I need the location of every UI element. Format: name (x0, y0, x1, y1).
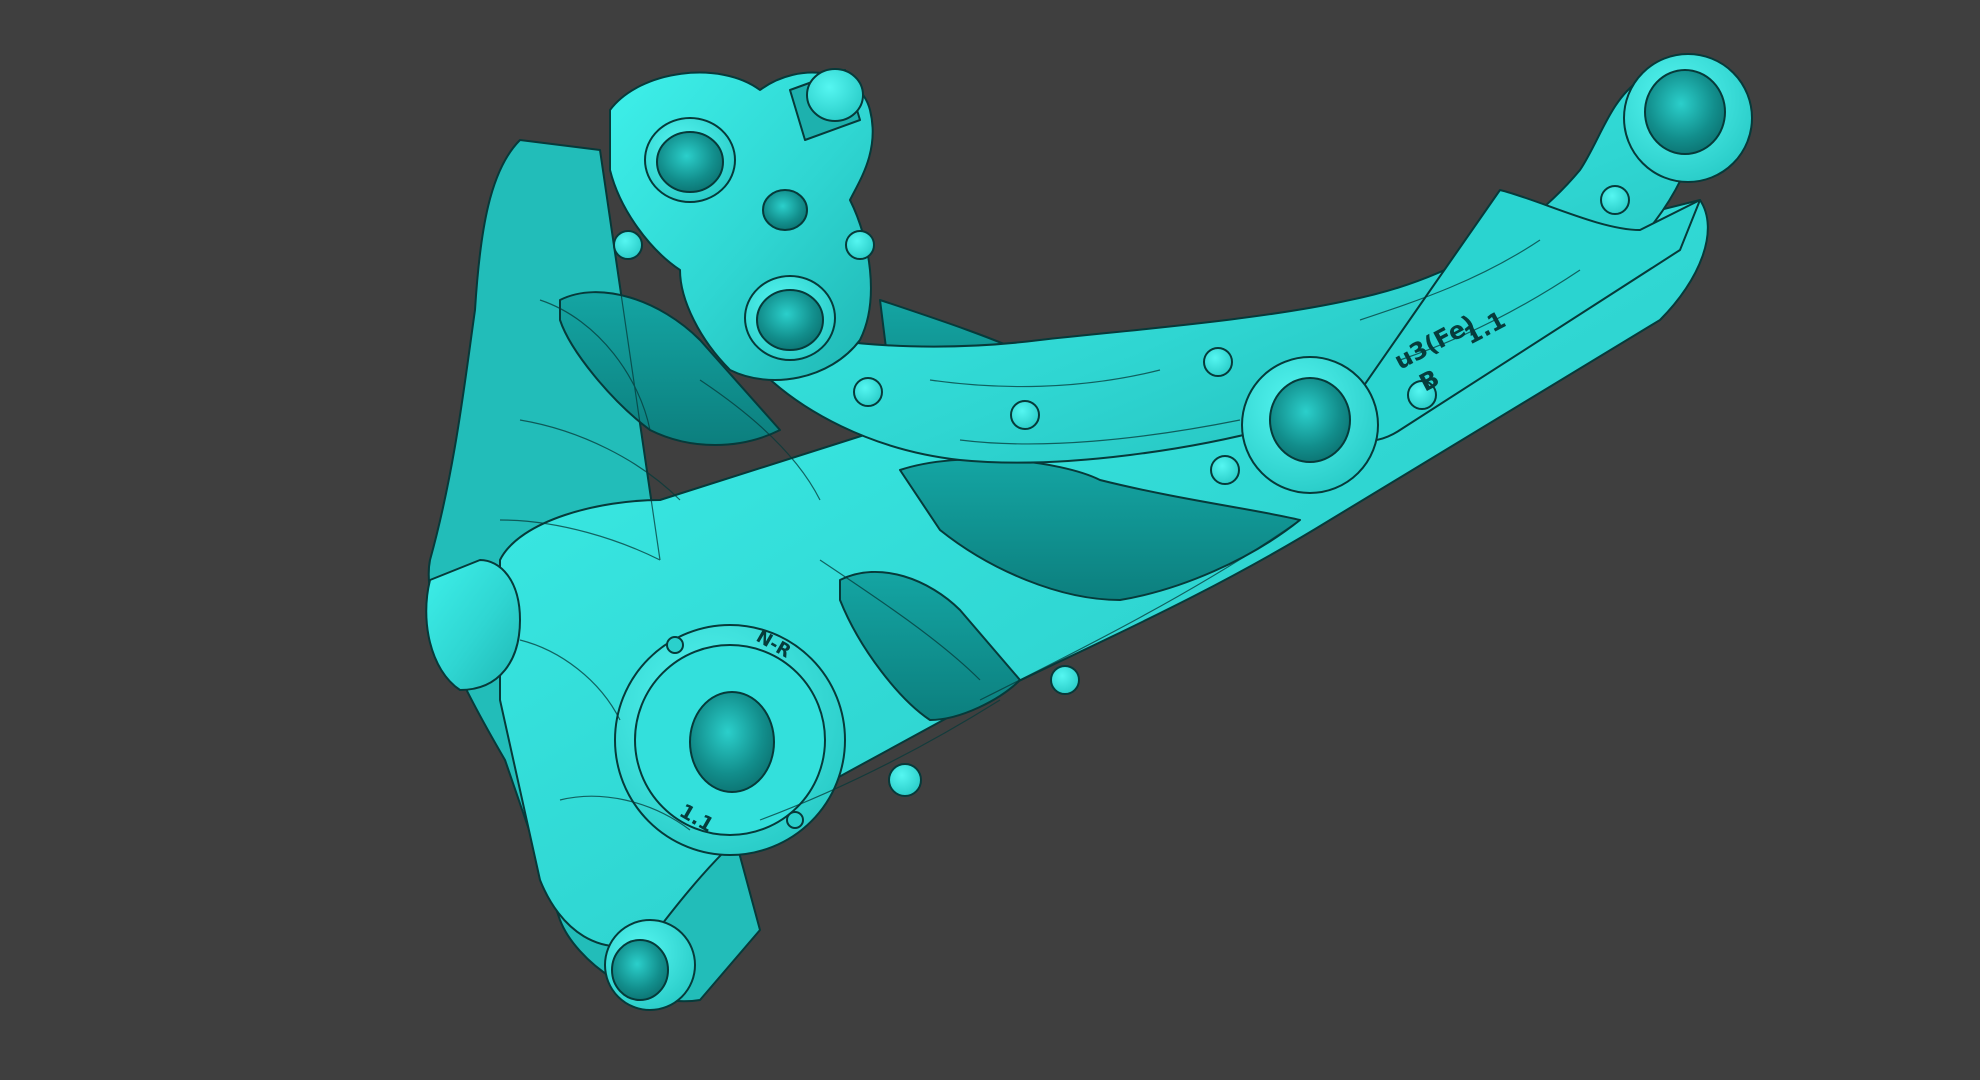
top-hole-small (762, 189, 808, 231)
3d-viewport[interactable]: u3(Fe) B 1.1 1.1 N-R (0, 0, 1980, 1080)
pin-10 (888, 763, 922, 797)
pin-4 (1010, 400, 1040, 430)
right-boss-hole (1644, 69, 1726, 155)
bracket-model[interactable] (425, 53, 1753, 1011)
pin-8 (1600, 185, 1630, 215)
pin-1 (613, 230, 643, 260)
pin-3 (853, 377, 883, 407)
top-hole-2-bore (756, 289, 824, 351)
top-hole-1-bore (656, 131, 724, 193)
pin-9 (1050, 665, 1080, 695)
cad-canvas[interactable]: u3(Fe) B 1.1 1.1 N-R (0, 0, 1980, 1080)
pin-6 (1210, 455, 1240, 485)
main-boss-hole (689, 691, 775, 793)
main-boss-dot-2 (786, 811, 804, 829)
main-boss-dot-1 (666, 636, 684, 654)
top-pin-cap (806, 68, 864, 122)
pin-2 (845, 230, 875, 260)
mid-boss-hole (1269, 377, 1351, 463)
bottom-boss-hole (611, 939, 669, 1001)
pin-5 (1203, 347, 1233, 377)
